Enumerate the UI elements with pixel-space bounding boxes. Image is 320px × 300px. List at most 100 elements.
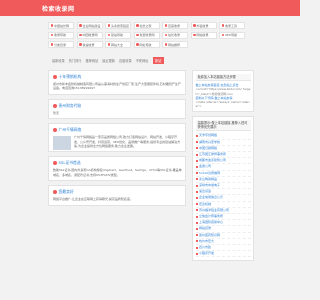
link-icon xyxy=(136,43,139,46)
recommend-item-label: 宏达机械 xyxy=(199,201,212,206)
bullet-icon xyxy=(195,240,198,243)
filter-tab[interactable]: 不死网址 xyxy=(136,58,149,63)
recommend-list: 天津宇创网络 湖南市兴安学校 中国日报网络 江苏国汇律师事务所 成都市金泰建筑公司 金通公… xyxy=(195,133,251,258)
site-card-body: 郑州市新丰鑫防机械制造有限公司是从事海材的生产供应厂家,生产大型服装件机,石材雕… xyxy=(53,82,182,91)
link-icon xyxy=(50,33,53,37)
site-card-body: 网络平台推广,让企业在互联网上获得曝光,提高品牌知名度。 xyxy=(53,197,182,201)
quick-link[interactable]: 网站大全 xyxy=(105,41,131,48)
bullet-icon xyxy=(195,234,198,237)
bullet-icon xyxy=(195,178,198,181)
bullet-icon xyxy=(195,153,198,156)
quick-link[interactable]: 分类目录 xyxy=(48,41,74,48)
site-card-name[interactable]: SSL证书首选 xyxy=(59,160,81,166)
quick-link-label: 建站导航 xyxy=(111,33,124,37)
link-icon xyxy=(79,43,82,46)
quick-link[interactable]: SEO导航 xyxy=(219,31,245,39)
quick-link-label: 站长之家 xyxy=(139,23,152,28)
site-card-desc: 广州千情网络是一家高品质网络公司,致力打造网站设计、网站开发、小程序开发、公众号… xyxy=(74,135,181,149)
recommend-item-label: 立信会计师事务所 xyxy=(199,213,224,218)
link-icon xyxy=(193,33,196,37)
site-card-desc: 网络平台推广,让企业在互联网上获得曝光,提高品牌知名度。 xyxy=(53,197,133,202)
site-card-body: 数助SSL证书,国内外多家CA机构授权,DigiCert、GeoTrust、Se… xyxy=(53,168,182,177)
filter-tab[interactable]: 最新收录 xyxy=(52,58,65,63)
link-icon xyxy=(107,33,110,37)
site-card-title[interactable]: 十年预销机构 xyxy=(53,74,182,80)
recommend-item-label: 企业信用信息公示 xyxy=(199,195,224,200)
site-card-title[interactable]: 贵州财务代账 xyxy=(53,103,182,109)
link-icon xyxy=(221,33,224,37)
quick-link[interactable]: 网址导航 xyxy=(133,41,160,48)
quick-link-label: 外链收录 xyxy=(196,23,209,28)
site-card-body: 暂无 xyxy=(53,111,182,115)
site-card-desc: 郑州市新丰鑫防机械制造有限公司是从事海材的生产供应厂家,生产大型服装件机,石材雕… xyxy=(53,82,181,91)
site-card: 贵州财务代账暂无 xyxy=(48,98,186,120)
site-card-name[interactable]: 贵州财务代账 xyxy=(59,103,82,109)
bullet-icon xyxy=(195,215,198,218)
quick-link[interactable]: 建站导航 xyxy=(105,31,131,39)
quick-link[interactable]: 外链收录 xyxy=(190,22,217,29)
site-card-name[interactable]: 您最卖好 xyxy=(59,189,74,195)
link-icon xyxy=(50,43,53,46)
sidebar: 免费加入本站链接方法步骤 做上本站友情链接,在您站上点击 <a href='ht… xyxy=(192,70,254,265)
recommend-item-label: 网站目录 xyxy=(199,226,212,231)
link-row: 中国站长网 企业网站建设 头条搜索链接 站长之家 百度收录 外链收录 收录工具 xyxy=(48,22,254,29)
site-card-name[interactable]: 十年预销机构 xyxy=(59,74,82,80)
quick-link[interactable]: 收录导航 xyxy=(48,31,74,39)
bullet-icon xyxy=(195,141,198,144)
site-card-title[interactable]: 广州千情网络 xyxy=(53,127,182,133)
bullet-icon xyxy=(195,147,198,150)
quick-link[interactable]: 站长之家 xyxy=(133,22,160,29)
site-card-name[interactable]: 广州千情网络 xyxy=(59,127,82,133)
site-card-title[interactable]: SSL证书首选 xyxy=(53,160,182,166)
recommend-item[interactable]: 小程序开发 xyxy=(195,251,251,258)
quick-link-label: 收录导航 xyxy=(54,33,67,37)
site-logo[interactable]: 检索收录网 xyxy=(42,4,75,13)
quick-link[interactable]: 企业网站建设 xyxy=(76,22,103,29)
quick-link[interactable]: 网站收录 xyxy=(190,31,217,39)
site-thumbnail[interactable] xyxy=(53,136,71,151)
link-icon xyxy=(79,24,82,27)
recommend-item-label: 泰山陶瓷制品 xyxy=(199,176,218,181)
bullet-icon xyxy=(195,209,198,212)
link-row: 分类目录 快速收录 网站大全 网址导航 网站推荐 xyxy=(48,41,254,48)
filter-tab[interactable]: 热门排行 xyxy=(69,58,82,63)
link-icon xyxy=(107,24,110,27)
bullet-icon xyxy=(195,246,198,249)
quick-link[interactable]: 站长收录 xyxy=(162,31,188,39)
bullet-icon xyxy=(195,190,198,193)
quick-link-label: 免费收录网 xyxy=(139,33,155,37)
site-icon xyxy=(53,75,57,79)
link-icon xyxy=(136,33,139,37)
filter-tab[interactable]: 新站 xyxy=(152,57,164,64)
quick-link[interactable]: 中国收录网 xyxy=(76,31,103,39)
quick-link[interactable]: 百度收录 xyxy=(162,22,188,29)
recommend-item-label: 贵州苗药知识网 xyxy=(199,232,221,237)
quick-link[interactable]: 头条搜索链接 xyxy=(105,22,131,29)
recommend-item-label: 四川市政 xyxy=(199,245,212,249)
recommend-item-label: 上海国际贸易中心 xyxy=(199,220,224,225)
bullet-icon xyxy=(195,165,198,168)
recommend-item-label: 江苏国汇律师事务所 xyxy=(199,151,227,156)
top-bar: 检索收录网 xyxy=(0,0,300,16)
quick-link[interactable]: 网站推荐 xyxy=(162,41,188,48)
site-icon xyxy=(53,190,57,195)
link-icon xyxy=(136,24,139,27)
site-icon xyxy=(53,128,57,133)
quick-link[interactable]: 快速收录 xyxy=(76,41,103,48)
quick-link[interactable]: 免费收录网 xyxy=(133,31,160,39)
quick-link-label: 网站收录 xyxy=(196,33,209,37)
quick-link-label: 中国站长网 xyxy=(54,23,70,28)
filter-tab[interactable]: 推荐网站 xyxy=(86,58,99,63)
join-panel-title: 免费加入本站链接方法步骤 xyxy=(195,73,251,81)
recommend-item-label: 成都市金泰建筑公司 xyxy=(199,158,227,163)
quick-link[interactable]: 收录工具 xyxy=(219,22,245,29)
quick-link-label: 头条搜索链接 xyxy=(111,23,130,28)
quick-link[interactable]: 中国站长网 xyxy=(48,22,74,29)
filter-tab[interactable]: 最近更新 xyxy=(102,58,115,63)
filter-tab[interactable]: 百度收录 xyxy=(119,58,132,63)
site-card-title[interactable]: 您最卖好 xyxy=(53,189,182,195)
site-card: 广州千情网络广州千情网络是一家高品质网络公司,致力打造网站设计、网站开发、小程序… xyxy=(48,123,186,153)
link-row: 收录导航 中国收录网 建站导航 免费收录网 站长收录 网站收录 SEO导航 xyxy=(48,31,254,39)
bullet-icon xyxy=(195,184,198,187)
quick-link-label: 企业网站建设 xyxy=(82,23,101,28)
